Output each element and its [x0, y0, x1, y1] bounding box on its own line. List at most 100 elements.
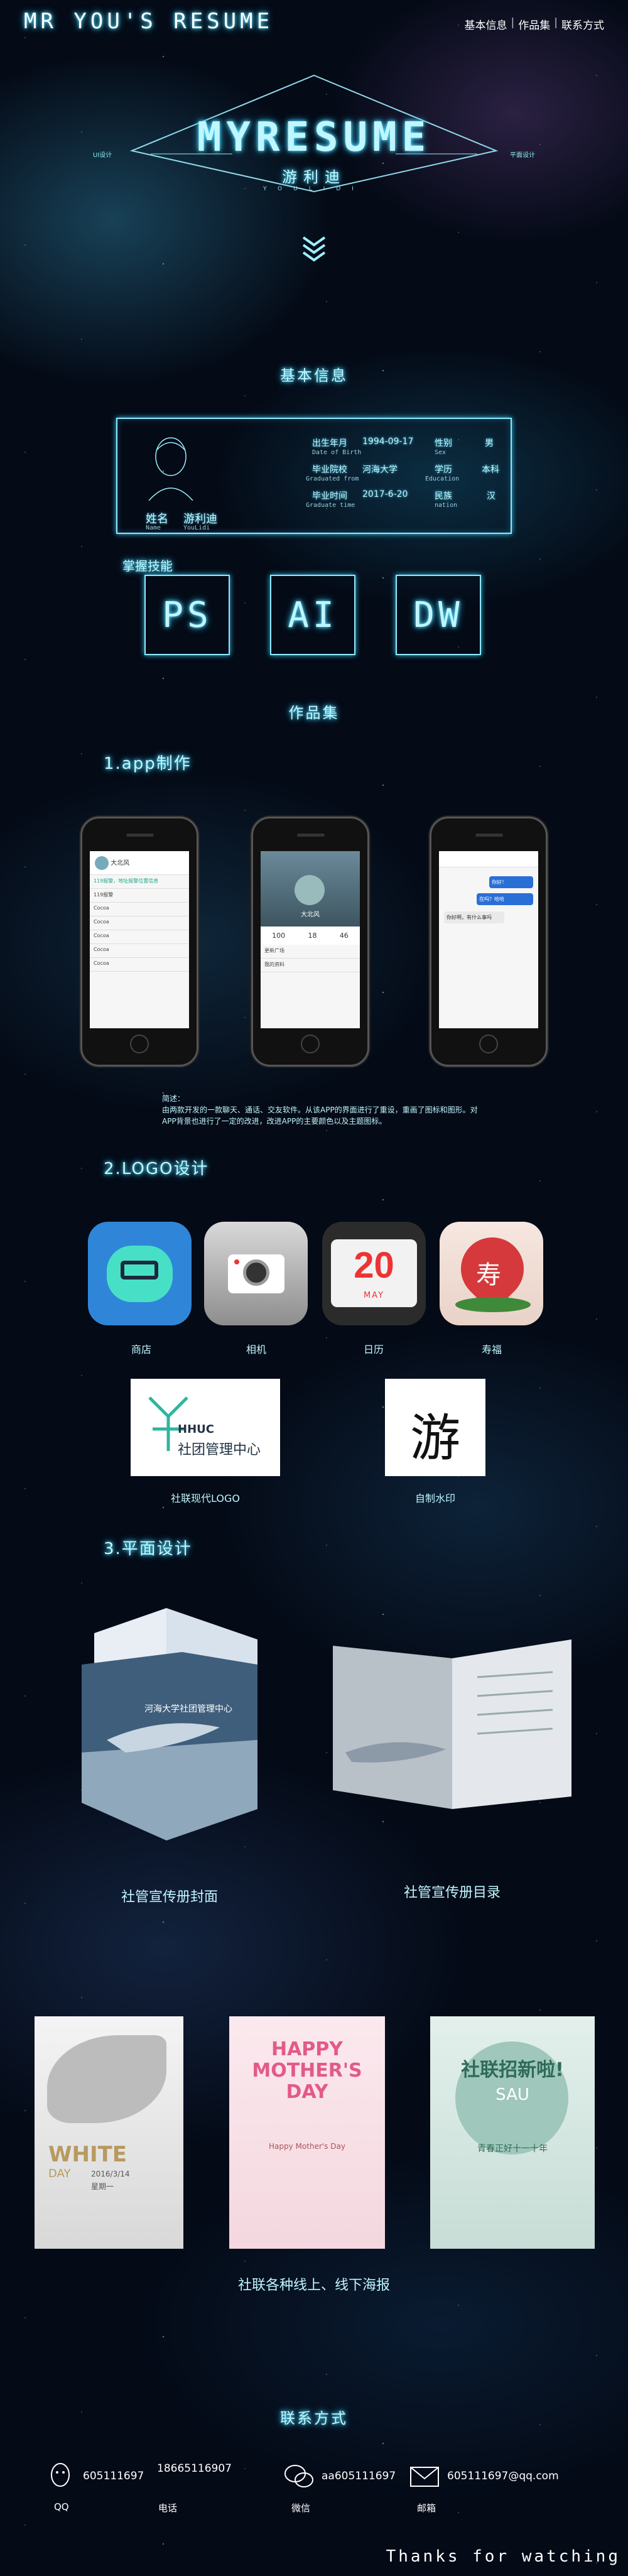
nav-basic-info[interactable]: 基本信息: [465, 16, 507, 32]
contacts-highlight: 119报警，地址报警位置信息: [90, 875, 189, 889]
thanks-footer: Thanks for watching: [386, 2547, 620, 2566]
camera-lens: [243, 1259, 269, 1286]
wechat-icon: [284, 2465, 313, 2487]
profile-menu-item[interactable]: 我的资料: [261, 959, 360, 972]
poster-line: Happy Mother's Day: [269, 2142, 345, 2151]
poster-note: 星期一: [91, 2182, 114, 2191]
grad-en: Graduated from: [306, 476, 359, 482]
chat-bubble-out: 在吗？哈哈: [477, 893, 533, 905]
top-bar: MR YOU'S RESUME 基本信息 | 作品集 | 联系方式: [0, 0, 628, 44]
shop-bag-handle: [121, 1261, 158, 1280]
contacts-row[interactable]: Cocoa: [90, 958, 189, 972]
app-heading: 1.app制作: [104, 754, 192, 773]
brand-title: MR YOU'S RESUME: [24, 9, 274, 34]
contact-label: 邮箱: [417, 2503, 436, 2514]
print-heading: 3.平面设计: [104, 1540, 192, 1558]
nation-label: 民族: [435, 491, 452, 501]
nation-value: 汉: [487, 491, 495, 501]
profile-stat: 46: [339, 932, 349, 940]
section-title-contact: 联系方式: [280, 2410, 348, 2427]
hhuc-en: HHUC: [178, 1423, 214, 1436]
gradtime-value: 2017-6-20: [362, 489, 408, 499]
sex-label: 性别: [435, 438, 452, 448]
nav-contact[interactable]: 联系方式: [561, 16, 604, 32]
scroll-down-chevron-icon[interactable]: [298, 232, 330, 264]
brochure-cover-text: 河海大学社团管理中心: [144, 1704, 232, 1714]
contacts-user: 大北风: [111, 860, 130, 867]
chat-header: [439, 851, 538, 867]
calendar-month: MAY: [363, 1291, 385, 1300]
name-en-value: YouLidi: [183, 524, 210, 531]
profile-stats: 100 18 46: [261, 927, 360, 945]
phone-mockup-1: 大北风 119报警，地址报警位置信息 119报警 Cocoa Cocoa Coc…: [80, 817, 198, 1067]
grad-label: 毕业院校: [312, 465, 347, 475]
contacts-row[interactable]: 119报警: [90, 889, 189, 903]
contact-qq[interactable]: 605111697: [44, 2462, 144, 2490]
avatar: [95, 856, 109, 870]
poster-white-day: WHITE DAY 2016/3/14 星期一: [35, 2016, 183, 2249]
poster-title: WHITE: [48, 2142, 127, 2167]
mail-icon: [410, 2467, 439, 2487]
contact-phone[interactable]: 18665116907: [157, 2462, 232, 2475]
poster-wing-shape: [47, 2035, 166, 2123]
contacts-row[interactable]: Cocoa: [90, 903, 189, 916]
birth-value: 1994-09-17: [362, 437, 414, 447]
shop-app-icon: [88, 1222, 192, 1325]
watermark-char: 游: [410, 1409, 460, 1467]
qq-icon: [51, 2463, 70, 2487]
edu-label: 学历: [435, 465, 452, 475]
basic-info-card: 出生年月 1994-09-17 Date of Birth 性别 男 Sex 毕…: [116, 418, 512, 534]
phone-speaker: [297, 834, 325, 837]
icon-caption: 寿福: [481, 1344, 502, 1356]
skill-ps: PS: [144, 575, 230, 655]
sex-value: 男: [485, 438, 494, 448]
brochure-caption: 社管宣传册封面: [121, 1889, 218, 1905]
posters-caption: 社联各种线上、线下海报: [237, 2278, 390, 2293]
shoufu-app-icon: 寿: [440, 1222, 543, 1325]
contacts-row[interactable]: Cocoa: [90, 930, 189, 944]
phone-speaker: [126, 834, 154, 837]
top-nav: 基本信息 | 作品集 | 联系方式: [465, 16, 604, 32]
nav-separator: |: [511, 16, 515, 29]
app-description: 简述： 由两款开发的一款聊天、通话、交友软件。从该APP的界面进行了重设，重画了…: [162, 1094, 478, 1126]
profile-stat: 18: [308, 932, 317, 940]
contacts-header: 大北风: [90, 851, 189, 875]
sex-en: Sex: [435, 449, 447, 456]
icon-caption: 日历: [363, 1344, 384, 1356]
contact-wechat[interactable]: aa605111697: [283, 2462, 396, 2490]
profile-cover: 大北风: [261, 851, 360, 927]
brochure-contents-illustration: [333, 1639, 571, 1809]
birth-en: Date of Birth: [312, 449, 362, 456]
hero-subtitle: 游利迪: [282, 168, 346, 186]
profile-menu-item[interactable]: 更新广场: [261, 945, 360, 959]
logo-heading: 2.LOGO设计: [104, 1160, 209, 1178]
section-title-basic: 基本信息: [280, 367, 348, 384]
poster-date: 2016/3/14: [91, 2170, 130, 2178]
brochure-cover: 河海大学社团管理中心: [57, 1595, 276, 1847]
nav-portfolio[interactable]: 作品集: [518, 16, 550, 32]
nav-separator: |: [554, 16, 558, 29]
icon-caption: 商店: [131, 1344, 151, 1356]
phone-home-button: [130, 1035, 149, 1053]
phone-mockup-3: 你好！ 在吗？哈哈 你好啊，有什么事吗: [430, 817, 548, 1067]
hero-banner: MYRESUME 游利迪 YOULIDI UI设计 平面设计: [93, 69, 535, 195]
phone-speaker: [475, 834, 503, 837]
watermark-logo-card: 游: [385, 1379, 485, 1476]
phone-home-button: [479, 1035, 498, 1053]
chat-bubble-out: 你好！: [489, 876, 533, 888]
chat-bubble-in: 你好啊，有什么事吗: [444, 911, 504, 923]
contacts-row[interactable]: Cocoa: [90, 916, 189, 930]
calendar-number: 20: [354, 1245, 394, 1286]
grad-value: 河海大学: [362, 465, 398, 475]
contacts-row[interactable]: Cocoa: [90, 944, 189, 958]
contact-email[interactable]: 605111697@qq.com: [408, 2462, 559, 2490]
section-title-works: 作品集: [288, 704, 340, 722]
camera-dot: [234, 1259, 239, 1264]
edu-value: 本科: [482, 465, 499, 475]
phone-mockup-2: 大北风 100 18 46 更新广场 我的资料: [251, 817, 369, 1067]
logo-caption: 自制水印: [414, 1492, 455, 1504]
poster-line: 青春正好十一十年: [477, 2144, 548, 2154]
poster-mothers-day: HAPPY MOTHER'S DAY Happy Mother's Day: [229, 2016, 385, 2249]
brochure-caption: 社管宣传册目录: [403, 1885, 501, 1901]
hero-tag-right: 平面设计: [510, 152, 535, 159]
